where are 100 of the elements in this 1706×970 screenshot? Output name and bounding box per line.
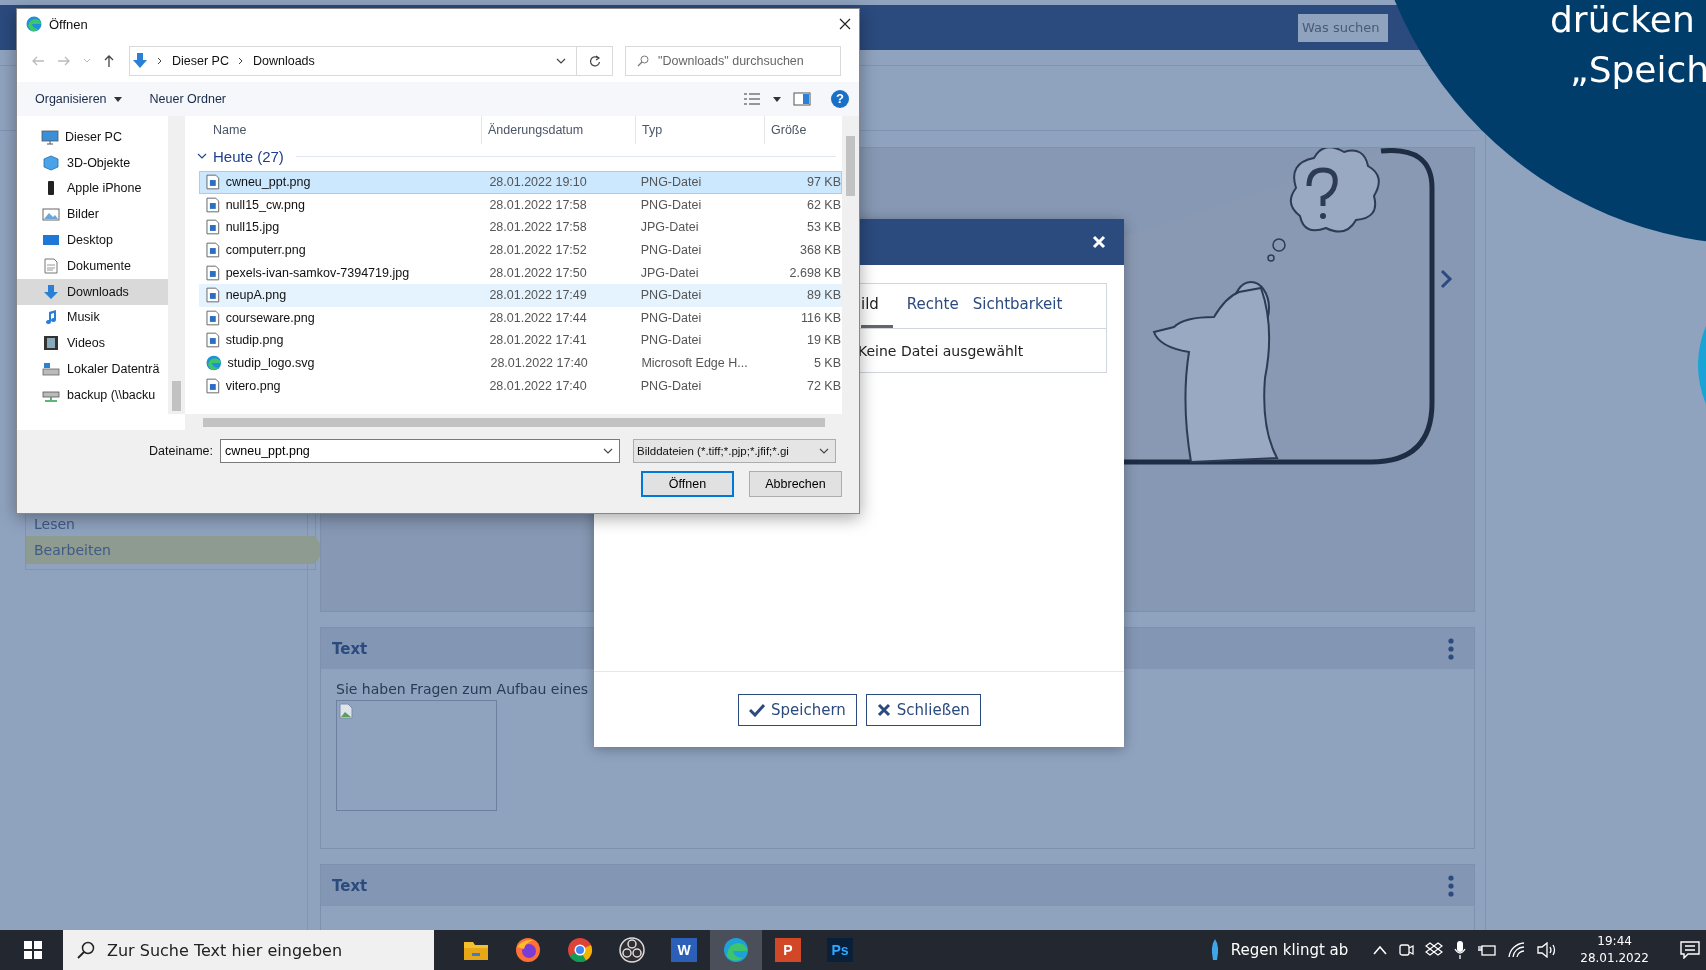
- scrollbar[interactable]: [185, 414, 859, 430]
- clock-time[interactable]: 19:44: [1597, 933, 1632, 950]
- nav-item[interactable]: Downloads: [17, 278, 168, 305]
- nav-item[interactable]: Lokaler Datenträ: [17, 356, 168, 382]
- nav-item[interactable]: Apple iPhone: [17, 175, 168, 202]
- dropbox-icon[interactable]: [1425, 942, 1444, 958]
- file-row[interactable]: computerr.png 28.01.2022 17:52 PNG-Datei 368 KB: [199, 238, 842, 262]
- file-row[interactable]: pexels-ivan-samkov-7394719.jpg 28.01.2022 17:50 JPG-Datei 2.698 KB: [199, 261, 842, 284]
- tab[interactable]: Rechte: [906, 295, 959, 328]
- picture-icon: [42, 206, 60, 223]
- file-type-dropdown[interactable]: Bilddateien (*.tiff;*.pjp;*.jfif;*.gi: [633, 439, 836, 463]
- refresh-icon: [588, 55, 601, 67]
- file-row[interactable]: null15_cw.png 28.01.2022 17:58 PNG-Datei 62 KB: [199, 193, 842, 217]
- refresh-button[interactable]: [577, 46, 613, 76]
- section-title: Text: [332, 639, 368, 658]
- monitor-icon: [41, 128, 59, 145]
- file-row[interactable]: neupA.png 28.01.2022 17:49 PNG-Datei 89 KB: [199, 283, 842, 307]
- column-header[interactable]: Name: [191, 116, 247, 144]
- image-file-icon: [206, 196, 220, 213]
- save-button[interactable]: Speichern: [738, 693, 857, 726]
- close-icon[interactable]: [839, 18, 851, 30]
- nav-item[interactable]: Musik: [17, 304, 168, 331]
- caret-up-icon[interactable]: [1373, 945, 1388, 955]
- nav-item[interactable]: 3D-Objekte: [17, 149, 168, 176]
- camera-icon[interactable]: [1398, 941, 1415, 959]
- preview-pane-icon[interactable]: [793, 92, 811, 106]
- callout-text: drücken: [1550, 0, 1695, 40]
- file-row[interactable]: studip.png 28.01.2022 17:41 PNG-Datei 19 KB: [199, 329, 842, 352]
- search-field[interactable]: Was suchen: [1298, 13, 1388, 42]
- breadcrumb-item[interactable]: Downloads: [252, 54, 315, 68]
- up-arrow-icon[interactable]: [103, 54, 115, 68]
- document-icon: [42, 257, 60, 274]
- cancel-button[interactable]: Abbrechen: [749, 471, 842, 497]
- file-row[interactable]: cwneu_ppt.png 28.01.2022 19:10 PNG-Datei 97 KB: [199, 171, 842, 194]
- image-file-icon: [206, 309, 220, 326]
- group-header[interactable]: Heute (27): [213, 147, 284, 165]
- open-button[interactable]: Öffnen: [641, 471, 734, 497]
- chevron-down-icon: [603, 448, 613, 454]
- organize-menu[interactable]: Organisieren: [35, 92, 122, 106]
- microphone-icon[interactable]: [1454, 940, 1467, 960]
- view-options-icon[interactable]: [743, 92, 761, 106]
- file-row[interactable]: courseware.png 28.01.2022 17:44 PNG-Datei 116 KB: [199, 306, 842, 330]
- download-arrow-icon: [132, 52, 148, 70]
- window-title: Öffnen: [49, 16, 88, 32]
- windows-start-icon[interactable]: [24, 941, 42, 959]
- speaker-icon[interactable]: [1537, 942, 1558, 958]
- nav-item[interactable]: Videos: [17, 330, 168, 357]
- nav-item[interactable]: Bilder: [17, 201, 168, 228]
- taskbar-search-field[interactable]: Zur Suche Text hier eingeben: [63, 930, 434, 970]
- kebab-menu-icon[interactable]: [1448, 874, 1454, 897]
- help-button[interactable]: ?: [831, 90, 849, 108]
- caret-down-icon[interactable]: [773, 96, 781, 102]
- drive-icon: [42, 361, 60, 378]
- file-row[interactable]: vitero.png 28.01.2022 17:40 PNG-Datei 72 KB: [199, 374, 842, 397]
- image-file-icon: [206, 264, 220, 281]
- caret-down-icon: [113, 96, 122, 102]
- kebab-menu-icon[interactable]: [1448, 637, 1454, 660]
- scrollbar[interactable]: [168, 116, 185, 414]
- search-field[interactable]: "Downloads" durchsuchen: [625, 46, 841, 76]
- nav-item[interactable]: Dieser PC: [17, 124, 168, 150]
- chevron-right-icon[interactable]: [1439, 268, 1453, 290]
- column-header[interactable]: Typ: [635, 116, 663, 144]
- edge-icon[interactable]: [710, 930, 762, 970]
- address-bar[interactable]: Dieser PC Downloads: [129, 46, 577, 76]
- chevron-right-icon: [237, 57, 244, 65]
- tab[interactable]: Sichtbarkeit: [972, 295, 1063, 328]
- breadcrumb-item[interactable]: Dieser PC: [172, 54, 229, 68]
- notification-icon[interactable]: [1680, 941, 1700, 959]
- umbrella-icon[interactable]: [1209, 938, 1220, 962]
- image-file-icon: [206, 332, 220, 349]
- check-icon: [749, 702, 765, 717]
- search-icon: [77, 941, 95, 959]
- scrollbar[interactable]: [842, 116, 859, 414]
- nav-item[interactable]: backup (\\backu: [17, 381, 168, 408]
- file-row[interactable]: studip_logo.svg 28.01.2022 17:40 Microsoft Edge H... 5 KB: [199, 351, 842, 375]
- image-file-icon: [206, 219, 220, 236]
- section-text: Sie haben Fragen zum Aufbau eines: [336, 681, 590, 697]
- field-label: Dateiname:: [148, 444, 214, 458]
- chevron-down-icon[interactable]: [197, 152, 207, 160]
- edge-icon: [206, 355, 222, 372]
- search-icon: [637, 55, 649, 67]
- wifi-icon[interactable]: [1508, 942, 1527, 958]
- filename-field[interactable]: cwneu_ppt.png: [220, 439, 620, 463]
- chevron-down-icon[interactable]: [556, 58, 566, 64]
- battery-icon[interactable]: [1477, 943, 1498, 957]
- file-row[interactable]: null15.jpg 28.01.2022 17:58 JPG-Datei 53 KB: [199, 216, 842, 239]
- column-header[interactable]: Größe: [764, 116, 807, 144]
- column-header[interactable]: Änderungsdatum: [481, 116, 584, 144]
- nav-item[interactable]: Dokumente: [17, 253, 168, 279]
- download-arrow-icon: [42, 283, 60, 300]
- image-file-icon: [206, 377, 220, 394]
- close-button[interactable]: Schließen: [865, 693, 981, 726]
- image-file-icon: [206, 174, 220, 191]
- weather-text[interactable]: Regen klingt ab: [1230, 941, 1349, 959]
- new-folder-button[interactable]: Neuer Ordner: [149, 92, 226, 106]
- nav-item[interactable]: Desktop: [17, 227, 168, 253]
- edge-icon: [26, 16, 42, 32]
- image-file-icon: [206, 242, 220, 259]
- clock-date[interactable]: 28.01.2022: [1580, 950, 1649, 967]
- broken-image-icon: [339, 703, 353, 719]
